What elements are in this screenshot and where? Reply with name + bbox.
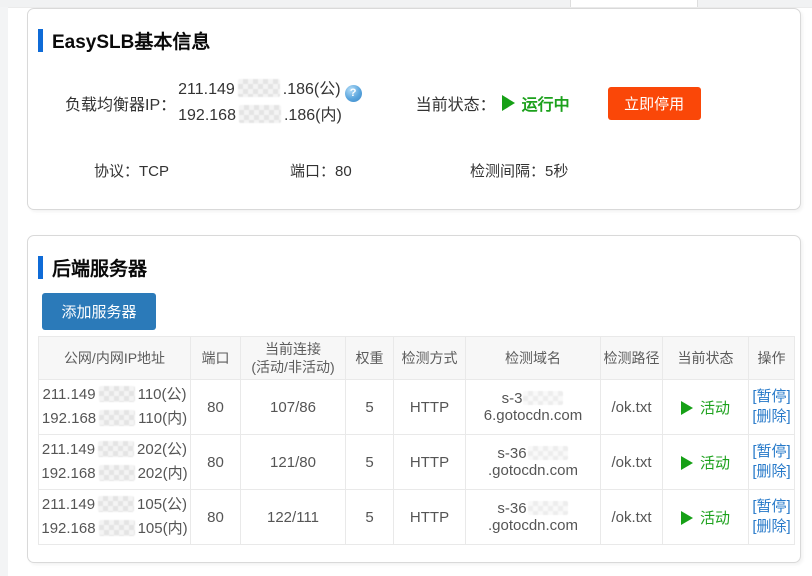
- header-status: 当前状态: [663, 337, 749, 380]
- table-row: 211.149105(公) 192.168105(内) 80 122/111 5…: [39, 490, 795, 545]
- cell-actions: [暂停] [删除]: [749, 490, 795, 545]
- header-actions: 操作: [749, 337, 795, 380]
- pause-link[interactable]: [暂停]: [749, 497, 794, 517]
- cell-method: HTTP: [394, 435, 466, 490]
- cell-domain: s-36.gotocdn.com: [466, 490, 601, 545]
- cell-path: /ok.txt: [601, 490, 663, 545]
- cell-actions: [暂停] [删除]: [749, 435, 795, 490]
- cell-ip: 211.149110(公) 192.168110(内): [39, 380, 191, 435]
- status-value: 运行中: [522, 91, 570, 115]
- play-icon: [681, 511, 693, 525]
- stop-button[interactable]: 立即停用: [608, 87, 701, 120]
- header-connections: 当前连接 (活动/非活动): [241, 337, 346, 380]
- cell-port: 80: [191, 490, 241, 545]
- redaction-mosaic: [99, 410, 135, 426]
- header-domain: 检测域名: [466, 337, 601, 380]
- backend-title: 后端服务器: [38, 254, 147, 281]
- lb-info-row: 负载均衡器IP： 211.149.186(公)? 192.168.186(内) …: [65, 71, 701, 135]
- basic-info-title: EasySLB基本信息: [38, 27, 210, 54]
- delete-link[interactable]: [删除]: [749, 517, 794, 537]
- redaction-mosaic: [528, 446, 568, 460]
- cell-connections: 121/80: [241, 435, 346, 490]
- page-left-gutter: [0, 7, 8, 576]
- header-path: 检测路径: [601, 337, 663, 380]
- play-icon: [681, 456, 693, 470]
- backend-servers-table: 公网/内网IP地址 端口 当前连接 (活动/非活动) 权重 检测方式 检测域名 …: [38, 336, 795, 545]
- redaction-mosaic: [528, 501, 568, 515]
- delete-link[interactable]: [删除]: [749, 407, 794, 427]
- cell-weight: 5: [346, 490, 394, 545]
- lb-params-row: 协议：TCP 端口：80 检测间隔：5秒: [28, 160, 802, 182]
- redaction-mosaic: [98, 441, 134, 457]
- protocol-value: 协议：TCP: [94, 160, 169, 181]
- add-server-button[interactable]: 添加服务器: [42, 293, 156, 330]
- cell-status: 活动: [663, 435, 749, 490]
- cell-domain: s-36.gotocdn.com: [466, 380, 601, 435]
- cell-port: 80: [191, 435, 241, 490]
- cell-method: HTTP: [394, 380, 466, 435]
- table-header-row: 公网/内网IP地址 端口 当前连接 (活动/非活动) 权重 检测方式 检测域名 …: [39, 337, 795, 380]
- table-row: 211.149110(公) 192.168110(内) 80 107/86 5 …: [39, 380, 795, 435]
- browser-tab-strip: [0, 0, 812, 8]
- title-accent-bar: [38, 256, 43, 279]
- cell-weight: 5: [346, 380, 394, 435]
- cell-connections: 122/111: [241, 490, 346, 545]
- basic-info-panel: EasySLB基本信息 负载均衡器IP： 211.149.186(公)? 192…: [27, 8, 801, 210]
- redaction-mosaic: [99, 520, 135, 536]
- backend-title-text: 后端服务器: [52, 254, 147, 281]
- play-icon: [681, 401, 693, 415]
- pause-link[interactable]: [暂停]: [749, 442, 794, 462]
- table-row: 211.149202(公) 192.168202(内) 80 121/80 5 …: [39, 435, 795, 490]
- cell-ip: 211.149202(公) 192.168202(内): [39, 435, 191, 490]
- check-interval-value: 检测间隔：5秒: [470, 160, 568, 181]
- redaction-mosaic: [239, 105, 281, 123]
- status-label: 当前状态：: [416, 91, 496, 115]
- pause-link[interactable]: [暂停]: [749, 387, 794, 407]
- redaction-mosaic: [523, 391, 563, 405]
- redaction-mosaic: [238, 79, 280, 97]
- header-method: 检测方式: [394, 337, 466, 380]
- cell-port: 80: [191, 380, 241, 435]
- header-port: 端口: [191, 337, 241, 380]
- delete-link[interactable]: [删除]: [749, 462, 794, 482]
- redaction-mosaic: [99, 465, 135, 481]
- lb-ip-value: 211.149.186(公)? 192.168.186(内): [178, 77, 361, 129]
- basic-info-title-text: EasySLB基本信息: [52, 27, 210, 54]
- cell-status: 活动: [663, 490, 749, 545]
- active-tab-sliver: [570, 0, 698, 7]
- cell-weight: 5: [346, 435, 394, 490]
- backend-servers-panel: 后端服务器 添加服务器 公网/内网IP地址 端口 当前连接 (活动/非活动) 权…: [27, 235, 801, 563]
- header-ip: 公网/内网IP地址: [39, 337, 191, 380]
- redaction-mosaic: [98, 496, 134, 512]
- lb-ip-private: 192.168.186(内): [178, 103, 361, 129]
- cell-domain: s-36.gotocdn.com: [466, 435, 601, 490]
- lb-ip-label: 负载均衡器IP：: [65, 91, 176, 115]
- cell-method: HTTP: [394, 490, 466, 545]
- cell-actions: [暂停] [删除]: [749, 380, 795, 435]
- cell-ip: 211.149105(公) 192.168105(内): [39, 490, 191, 545]
- help-icon[interactable]: ?: [345, 85, 362, 102]
- redaction-mosaic: [99, 386, 135, 402]
- title-accent-bar: [38, 29, 43, 52]
- cell-connections: 107/86: [241, 380, 346, 435]
- cell-status: 活动: [663, 380, 749, 435]
- cell-path: /ok.txt: [601, 435, 663, 490]
- port-value: 端口：80: [290, 160, 352, 181]
- header-weight: 权重: [346, 337, 394, 380]
- cell-path: /ok.txt: [601, 380, 663, 435]
- lb-ip-public: 211.149.186(公)?: [178, 77, 361, 103]
- play-icon: [502, 95, 515, 111]
